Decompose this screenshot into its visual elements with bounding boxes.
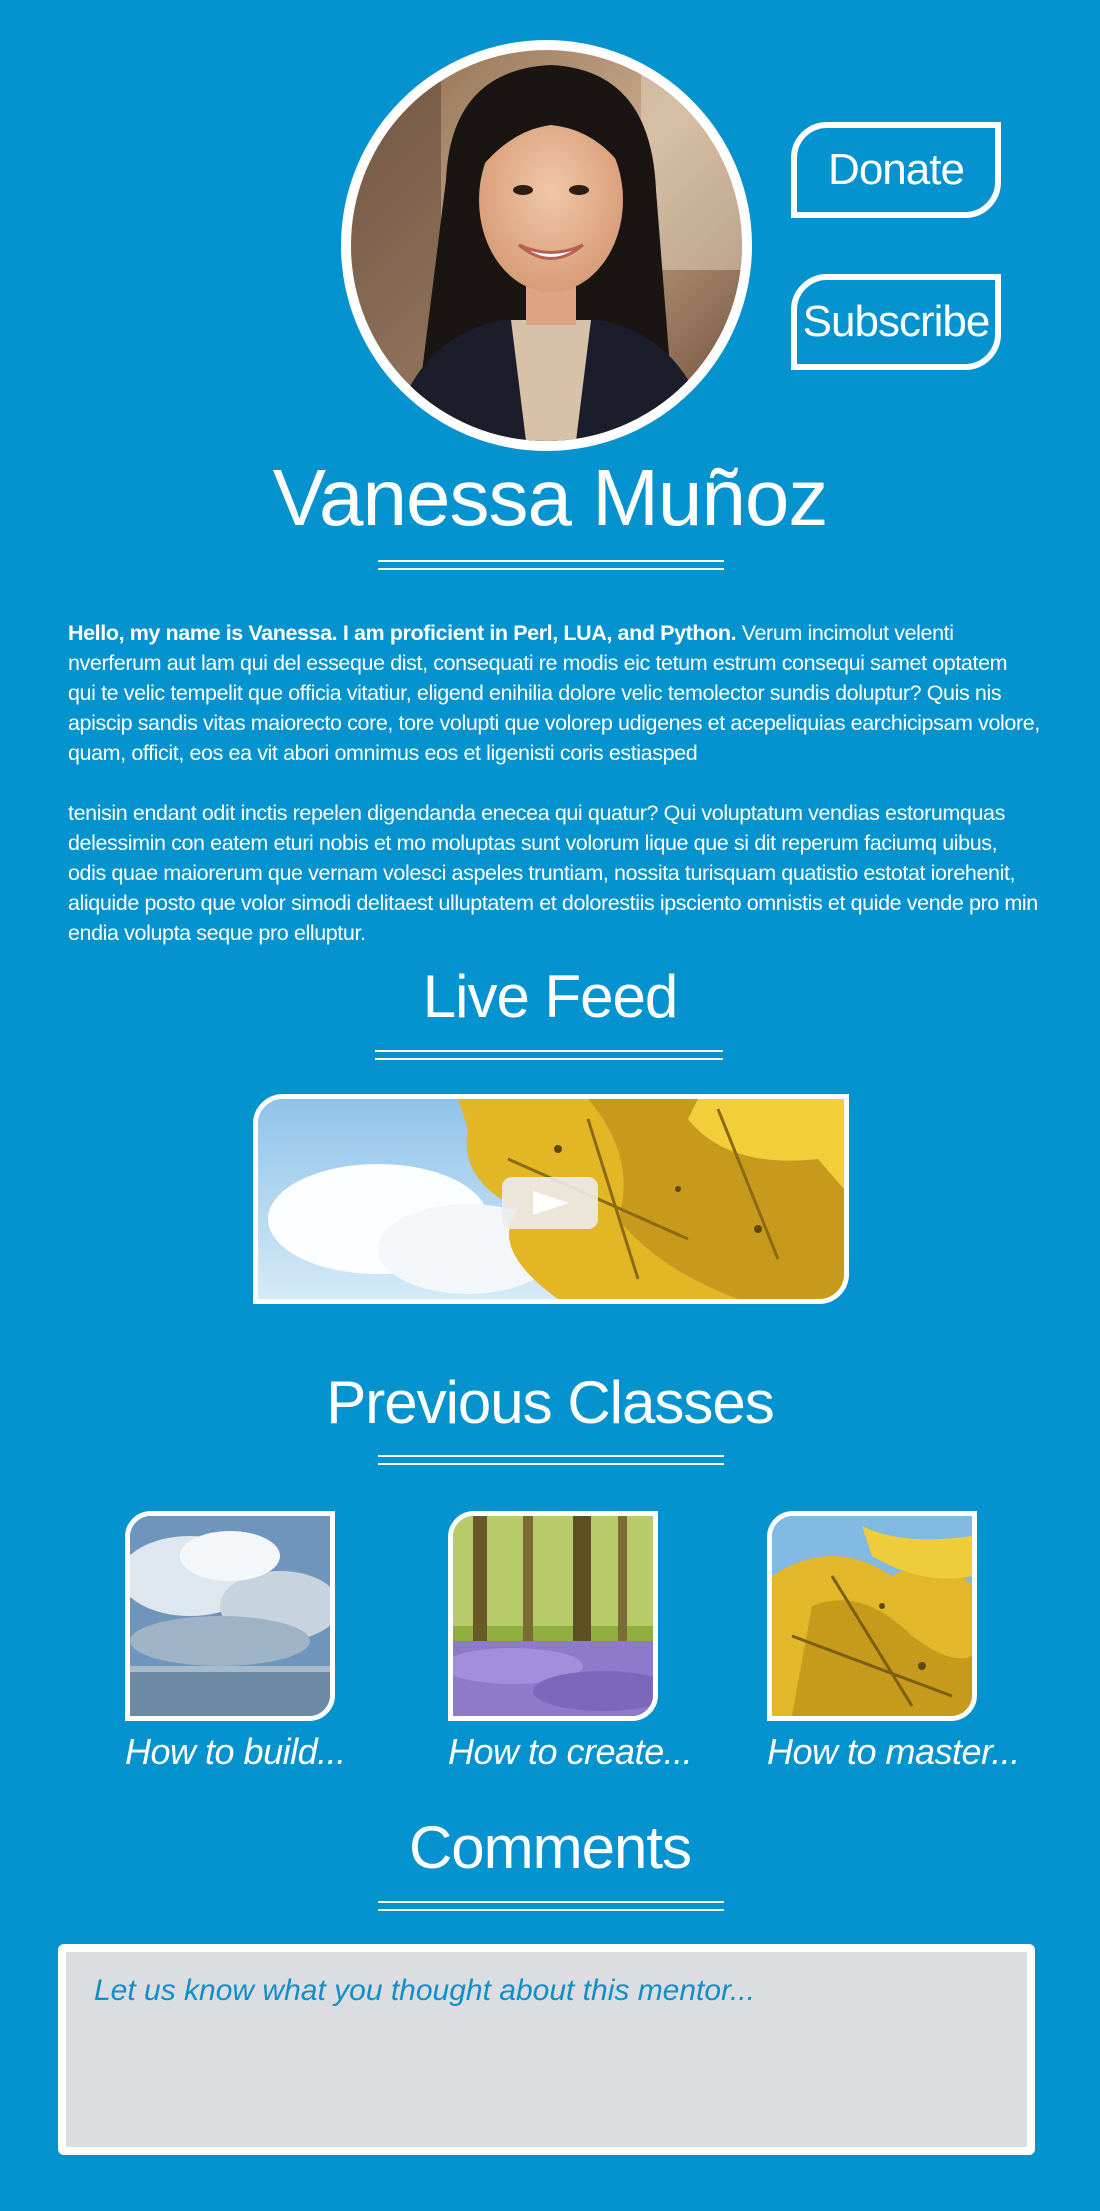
previous-classes-divider bbox=[378, 1455, 724, 1465]
bio-intro: Hello, my name is Vanessa. I am proficie… bbox=[68, 621, 737, 645]
class-label[interactable]: How to create... bbox=[448, 1731, 693, 1773]
previous-classes-title: Previous Classes bbox=[326, 1369, 775, 1436]
class-card-build[interactable]: How to build... bbox=[125, 1511, 346, 1773]
live-feed-divider bbox=[375, 1050, 723, 1060]
bio-paragraph-2: tenisin endant odit inctis repelen digen… bbox=[68, 801, 1038, 945]
donate-button[interactable]: Donate bbox=[791, 122, 1001, 218]
live-feed-video[interactable] bbox=[253, 1094, 849, 1304]
class-card-master[interactable]: How to master... bbox=[767, 1511, 1020, 1773]
subscribe-button[interactable]: Subscribe bbox=[791, 274, 1001, 370]
autumn-leaves-image bbox=[772, 1516, 972, 1716]
mentor-name: Vanessa Muñoz bbox=[272, 453, 829, 542]
class-thumbnail bbox=[767, 1511, 977, 1721]
bio-paragraph-1: Hello, my name is Vanessa. I am proficie… bbox=[68, 618, 1040, 768]
comments-title: Comments bbox=[408, 1814, 692, 1881]
mentor-bio: Hello, my name is Vanessa. I am proficie… bbox=[68, 618, 1040, 978]
mentor-photo bbox=[351, 50, 742, 441]
cloudy-sky-image bbox=[130, 1516, 330, 1716]
class-label[interactable]: How to master... bbox=[767, 1731, 1020, 1773]
name-divider bbox=[378, 560, 724, 570]
bluebell-forest-image bbox=[453, 1516, 653, 1716]
play-button[interactable] bbox=[502, 1177, 598, 1229]
mentor-avatar bbox=[341, 40, 752, 451]
class-thumbnail bbox=[448, 1511, 658, 1721]
play-icon bbox=[533, 1191, 569, 1215]
comments-divider bbox=[378, 1901, 724, 1911]
subscribe-label: Subscribe bbox=[802, 297, 991, 346]
donate-label: Donate bbox=[828, 145, 965, 194]
comment-input[interactable] bbox=[66, 1952, 1027, 2147]
class-thumbnail bbox=[125, 1511, 335, 1721]
class-card-create[interactable]: How to create... bbox=[448, 1511, 693, 1773]
comment-box[interactable] bbox=[58, 1944, 1035, 2155]
class-label[interactable]: How to build... bbox=[125, 1731, 346, 1773]
live-feed-title: Live Feed bbox=[422, 963, 679, 1030]
